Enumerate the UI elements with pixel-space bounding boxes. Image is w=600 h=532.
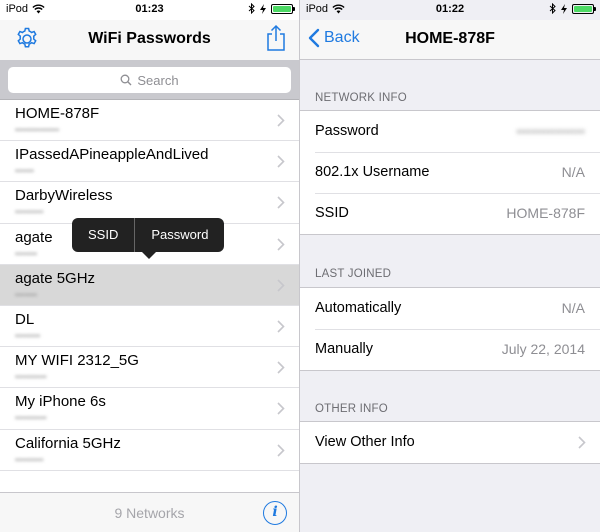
username-value: N/A bbox=[561, 164, 585, 180]
network-name: IPassedAPineappleAndLived bbox=[15, 146, 209, 164]
navigation-bar: Back HOME-878F bbox=[300, 20, 600, 60]
charging-icon bbox=[561, 3, 567, 14]
network-password: ••••••• bbox=[15, 289, 38, 300]
other-info-group: View Other Info bbox=[300, 421, 600, 464]
network-row-selected[interactable]: agate 5GHz ••••••• bbox=[0, 264, 299, 306]
section-header-other-info: OTHER INFO bbox=[315, 403, 388, 415]
password-value: •••••••••••••• bbox=[516, 123, 585, 139]
network-name: DarbyWireless bbox=[15, 187, 113, 205]
search-icon bbox=[120, 74, 132, 86]
copy-menu-popover: SSID Password bbox=[72, 218, 225, 259]
chevron-right-icon bbox=[277, 279, 285, 292]
network-name: HOME-878F bbox=[15, 105, 100, 122]
battery-icon bbox=[572, 3, 596, 14]
page-title: HOME-878F bbox=[405, 30, 495, 47]
section-header-network-info: NETWORK INFO bbox=[315, 92, 407, 104]
network-name: DL bbox=[15, 310, 35, 328]
network-password: •••••••••• bbox=[15, 413, 47, 424]
last-joined-group: Automatically N/A Manually July 22, 2014 bbox=[300, 287, 600, 371]
status-bar: iPod 01:22 bbox=[300, 0, 600, 20]
network-name: MY WIFI 2312_5G bbox=[15, 352, 139, 370]
network-count: 9 Networks bbox=[114, 505, 185, 521]
share-icon bbox=[267, 24, 285, 51]
chevron-right-icon bbox=[277, 114, 285, 127]
network-info-group: Password •••••••••••••• 802.1x Username … bbox=[300, 110, 600, 235]
network-list: HOME-878F •••••••••••••• IPassedAPineapp… bbox=[0, 100, 299, 471]
ssid-label: SSID bbox=[315, 205, 349, 221]
network-row[interactable]: HOME-878F •••••••••••••• bbox=[0, 100, 299, 142]
joined-manually-label: Manually bbox=[315, 341, 374, 357]
search-placeholder: Search bbox=[137, 72, 179, 88]
network-row[interactable]: IPassedAPineappleAndLived •••••• bbox=[0, 141, 299, 183]
ssid-row[interactable]: SSID HOME-878F bbox=[300, 193, 600, 234]
network-password: •••••••••• bbox=[15, 372, 47, 383]
search-input[interactable]: Search bbox=[8, 67, 291, 93]
network-password: ••••••••• bbox=[15, 207, 44, 218]
popover-arrow bbox=[142, 252, 156, 259]
share-button[interactable] bbox=[265, 24, 287, 57]
view-other-info-row[interactable]: View Other Info bbox=[300, 422, 600, 463]
view-other-info-label: View Other Info bbox=[315, 434, 415, 450]
network-detail-screen: iPod 01:22 Back HOME-878F NETWORK INFO P… bbox=[300, 0, 600, 532]
bottom-toolbar: 9 Networks i bbox=[0, 492, 299, 532]
chevron-right-icon bbox=[277, 320, 285, 333]
joined-manually-row: Manually July 22, 2014 bbox=[300, 329, 600, 370]
chevron-right-icon bbox=[277, 237, 285, 251]
network-password: •••••••• bbox=[15, 330, 41, 341]
page-title: WiFi Passwords bbox=[88, 30, 211, 47]
network-name: agate 5GHz bbox=[15, 269, 96, 287]
chevron-right-icon bbox=[277, 402, 285, 415]
bluetooth-icon bbox=[549, 3, 556, 14]
chevron-right-icon bbox=[277, 196, 285, 209]
copy-password-button[interactable]: Password bbox=[135, 218, 224, 252]
network-password: ••••••••• bbox=[15, 454, 44, 465]
network-password: ••••••• bbox=[15, 248, 38, 259]
info-button[interactable]: i bbox=[263, 501, 287, 525]
network-row[interactable]: California 5GHz ••••••••• bbox=[0, 429, 299, 471]
wifi-list-screen: iPod 01:23 WiFi Passwords Search HOME-87… bbox=[0, 0, 299, 532]
joined-automatically-label: Automatically bbox=[315, 300, 402, 316]
ssid-value: HOME-878F bbox=[506, 205, 585, 221]
joined-manually-value: July 22, 2014 bbox=[501, 341, 585, 357]
network-name: California 5GHz bbox=[15, 434, 121, 452]
network-password: •••••••••••••• bbox=[15, 125, 60, 135]
status-bar: iPod 01:23 bbox=[0, 0, 299, 20]
info-icon: i bbox=[272, 504, 278, 520]
battery-icon bbox=[271, 3, 295, 14]
network-password: •••••• bbox=[15, 166, 34, 177]
bluetooth-icon bbox=[248, 3, 255, 14]
password-row[interactable]: Password •••••••••••••• bbox=[300, 111, 600, 152]
network-name: agate bbox=[15, 228, 53, 246]
chevron-right-icon bbox=[578, 436, 586, 449]
joined-automatically-row: Automatically N/A bbox=[300, 288, 600, 329]
chevron-right-icon bbox=[277, 361, 285, 374]
chevron-right-icon bbox=[277, 155, 285, 168]
username-label: 802.1x Username bbox=[315, 164, 430, 180]
joined-automatically-value: N/A bbox=[561, 300, 585, 316]
navigation-bar: WiFi Passwords bbox=[0, 20, 299, 60]
copy-ssid-button[interactable]: SSID bbox=[72, 218, 134, 252]
network-name: My iPhone 6s bbox=[15, 393, 106, 411]
search-bar: Search bbox=[0, 60, 299, 100]
section-header-last-joined: LAST JOINED bbox=[315, 268, 392, 280]
network-row[interactable]: MY WIFI 2312_5G •••••••••• bbox=[0, 347, 299, 389]
username-row[interactable]: 802.1x Username N/A bbox=[300, 152, 600, 193]
charging-icon bbox=[260, 3, 266, 14]
network-row[interactable]: DL •••••••• bbox=[0, 305, 299, 348]
password-label: Password bbox=[315, 123, 379, 139]
chevron-right-icon bbox=[277, 443, 285, 457]
network-row[interactable]: My iPhone 6s •••••••••• bbox=[0, 388, 299, 430]
